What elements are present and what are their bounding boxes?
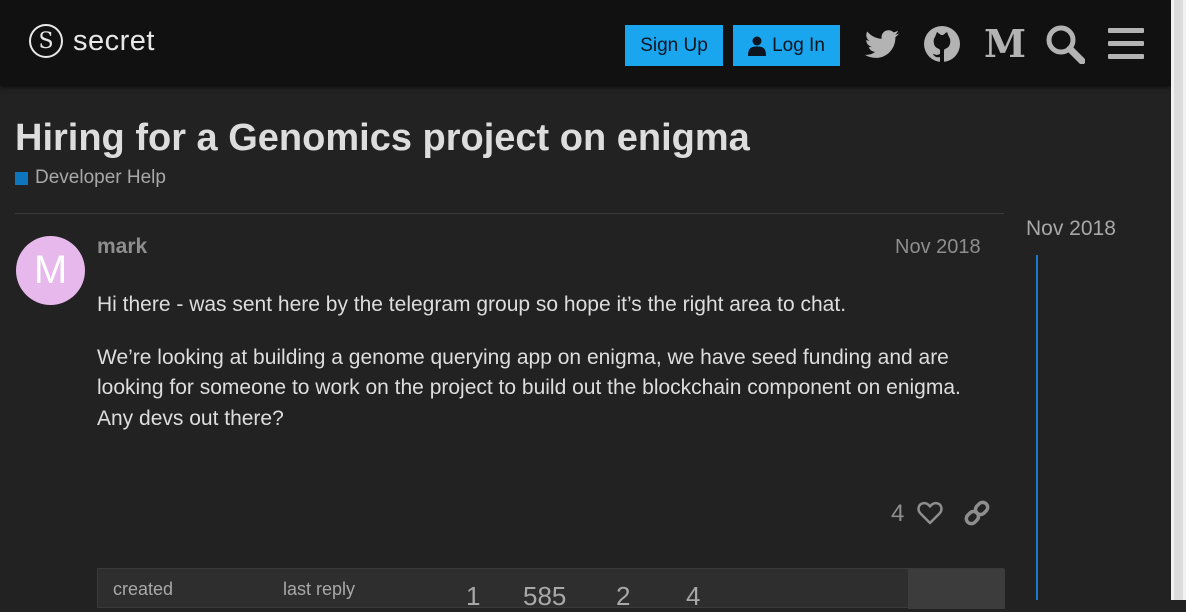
- github-icon[interactable]: [922, 24, 962, 64]
- log-in-button[interactable]: Log In: [733, 25, 840, 66]
- category-badge[interactable]: Developer Help: [15, 167, 166, 189]
- avatar[interactable]: M: [16, 236, 85, 305]
- sign-up-label: Sign Up: [640, 34, 708, 56]
- timeline-scrubber[interactable]: [1036, 255, 1038, 600]
- logo-text: secret: [73, 24, 155, 57]
- title-divider: [15, 213, 1004, 214]
- replies-count: 1: [466, 581, 481, 611]
- site-logo[interactable]: S secret: [29, 24, 155, 58]
- expand-summary-button[interactable]: [908, 569, 1005, 609]
- secret-logo-icon: S: [29, 24, 63, 58]
- topic-summary: created last reply 1 585 2 4: [97, 568, 1005, 611]
- page-scrollbar[interactable]: [1171, 0, 1186, 600]
- search-icon[interactable]: [1045, 24, 1086, 65]
- post-paragraph: We’re looking at building a genome query…: [97, 345, 961, 430]
- post-paragraph: Hi there - was sent here by the telegram…: [97, 293, 847, 316]
- category-color-square: [15, 171, 28, 185]
- category-label: Developer Help: [35, 167, 166, 188]
- post-date[interactable]: Nov 2018: [895, 236, 981, 259]
- last-reply-label[interactable]: last reply: [283, 579, 355, 600]
- likes-count: 4: [686, 581, 701, 611]
- created-label: created: [113, 579, 174, 599]
- user-icon: [748, 36, 767, 56]
- medium-icon[interactable]: M: [984, 24, 1026, 64]
- sign-up-button[interactable]: Sign Up: [625, 25, 723, 66]
- post-body: Hi there - was sent here by the telegram…: [97, 290, 997, 456]
- post-username[interactable]: mark: [97, 235, 147, 259]
- heart-icon[interactable]: [916, 499, 944, 527]
- users-count: 2: [616, 581, 631, 611]
- timeline-date[interactable]: Nov 2018: [1026, 217, 1116, 241]
- views-count: 585: [523, 581, 567, 611]
- log-in-label: Log In: [772, 34, 825, 56]
- twitter-icon[interactable]: [862, 24, 902, 64]
- menu-icon[interactable]: [1106, 24, 1146, 64]
- site-header: S secret Sign Up Log In M: [0, 0, 1171, 86]
- topic-title[interactable]: Hiring for a Genomics project on enigma: [15, 117, 750, 160]
- scrollbar-thumb[interactable]: [1174, 0, 1183, 600]
- like-count[interactable]: 4: [891, 500, 904, 528]
- link-icon[interactable]: [963, 499, 991, 527]
